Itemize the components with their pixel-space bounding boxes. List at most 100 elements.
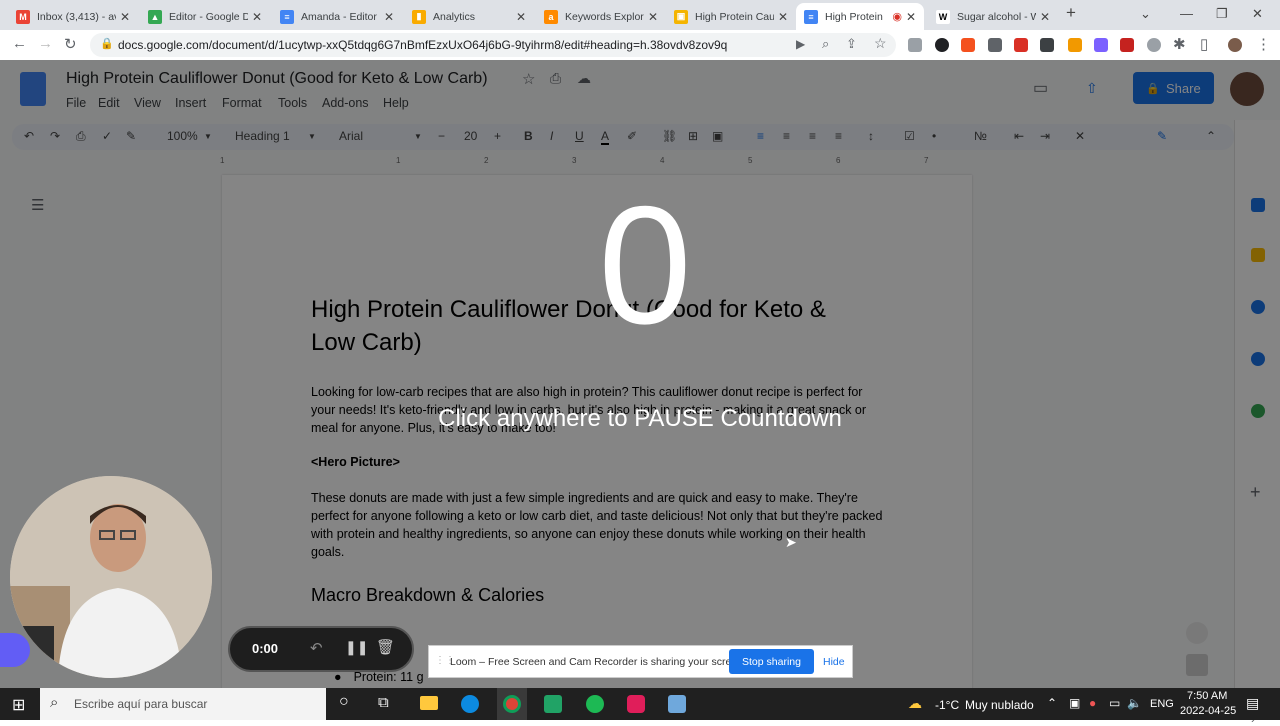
extension-purple-icon[interactable] [1094,38,1108,52]
tab-label: Keywords Explore [565,10,644,23]
webcam-person [10,476,212,678]
facebook-icon[interactable] [988,38,1002,52]
mouse-cursor-icon: ➤ [785,534,797,550]
side-panel-icon[interactable]: ▯ [1200,35,1208,53]
tab-favicon-icon: ≡ [280,9,294,24]
pause-icon[interactable]: ❚❚ [345,639,368,656]
extension-icon[interactable] [908,38,922,52]
minimize-icon[interactable]: — [1180,6,1193,21]
stop-sharing-button[interactable]: Stop sharing [729,649,814,674]
battery-icon[interactable]: ▭ [1109,696,1120,710]
camera-bubble[interactable] [10,476,212,678]
close-tab-icon[interactable]: ✕ [906,10,916,24]
notifications-icon[interactable]: ▤ [1246,695,1259,712]
profile-avatar[interactable] [1228,38,1242,52]
tray-recording-icon[interactable]: ● [1089,696,1096,710]
tab-label: High Protein [825,10,883,23]
camera-icon[interactable]: ▶ [796,37,805,51]
extension-k-icon[interactable] [935,38,949,52]
address-bar[interactable]: 🔒 docs.google.com/document/d/1ucytwp-xxQ… [90,33,896,57]
spotify-icon[interactable] [586,695,604,713]
close-tab-icon[interactable]: ✕ [648,10,658,24]
tab-label: Amanda - Editor [301,10,377,23]
recording-timer: 0:00 [252,641,279,656]
extensions-puzzle-icon[interactable]: ✱ [1173,35,1186,53]
forward-icon[interactable]: → [38,35,53,52]
tray-app-icon[interactable]: ▣ [1069,696,1080,710]
search-placeholder[interactable]: Escribe aquí para buscar [74,697,207,711]
file-explorer-icon[interactable] [420,696,438,710]
reload-icon[interactable]: ↻ [64,35,77,53]
chrome-icon[interactable] [503,695,521,713]
search-icon: ⌕ [50,694,59,711]
browser-tab[interactable]: M Inbox (3,413) - av ✕ [8,3,138,30]
app-icon[interactable] [668,695,686,713]
url-text[interactable]: docs.google.com/document/d/1ucytwp-xxQ5t… [118,38,727,52]
weather-text[interactable]: Muy nublado [965,698,1034,712]
hide-button[interactable]: Hide [823,656,845,668]
close-window-icon[interactable]: ✕ [1252,6,1263,22]
edge-icon[interactable] [461,695,479,713]
tab-favicon-icon: ▲ [148,9,162,24]
language-indicator[interactable]: ENG [1150,698,1174,710]
tab-label: Sugar alcohol - W [957,10,1036,23]
tab-label: Analytics [433,10,476,23]
close-tab-icon[interactable]: ✕ [384,10,394,24]
chevron-down-icon[interactable]: ⌄ [1140,6,1151,22]
pdf-icon[interactable] [1014,38,1028,52]
browser-tab[interactable]: ▣ High Protein Cau ✕ [666,3,796,30]
tab-favicon-icon: a [544,9,558,24]
cortana-icon[interactable]: ○ [339,693,349,711]
taskbar-search[interactable]: ⌕ Escribe aquí para buscar [40,688,326,720]
clock-time[interactable]: 7:50 AM [1187,690,1227,702]
more-menu-icon[interactable]: ⋮ [1256,35,1271,53]
bookmark-star-icon[interactable]: ☆ [874,35,887,52]
weather-temp[interactable]: -1°C [935,698,959,712]
close-tab-icon[interactable]: ✕ [252,10,262,24]
clock-date[interactable]: 2022-04-25 [1180,705,1236,717]
browser-tab[interactable]: W Sugar alcohol - W ✕ [928,3,1058,30]
green-app-icon[interactable] [544,695,562,713]
extension-red-icon[interactable] [1120,38,1134,52]
browser-tab[interactable]: ▲ Editor - Google D ✕ [140,3,270,30]
tab-favicon-icon: ▣ [674,9,688,24]
extension-orange-icon[interactable] [961,38,975,52]
tab-label: Inbox (3,413) - av [37,10,116,23]
tab-favicon-icon: ≡ [804,9,818,24]
tray-chevron-icon[interactable]: ⌃ [1047,696,1057,710]
tab-label: Editor - Google D [169,10,248,23]
share-page-icon[interactable]: ⇪ [846,36,857,52]
extension-gray-icon[interactable] [1147,38,1161,52]
trash-icon[interactable]: 🗑 [376,638,395,656]
task-view-icon[interactable]: ⧉ [378,694,389,711]
countdown-number[interactable]: 0 [560,180,730,350]
pause-hint[interactable]: Click anywhere to PAUSE Countdown [400,405,880,433]
browser-tab-strip: M Inbox (3,413) - av ✕ ▲ Editor - Google D ✕ ≡… [0,0,1280,30]
browser-tab[interactable]: ▮ Analytics ✕ [404,3,534,30]
browser-tab[interactable]: ≡ High Protein ◉ ✕ [796,3,924,30]
volume-icon[interactable]: 🔈 [1127,696,1142,710]
windows-start-icon[interactable]: ⊞ [12,695,25,715]
windows-taskbar: ⊞ ⌕ Escribe aquí para buscar ○ ⧉ ☁ -1°C … [0,688,1280,720]
browser-tab[interactable]: a Keywords Explore ✕ [536,3,666,30]
weather-icon[interactable]: ☁ [908,695,922,712]
screen-sharing-bar: ⋮⋮ Loom – Free Screen and Cam Recorder i… [428,645,853,678]
beta-extension-icon[interactable] [1040,38,1054,52]
tab-favicon-icon: W [936,9,950,24]
close-tab-icon[interactable]: ✕ [516,10,526,24]
lock-icon: 🔒 [100,38,114,50]
back-icon[interactable]: ← [12,35,27,52]
close-tab-icon[interactable]: ✕ [778,10,788,24]
zoom-icon[interactable]: ⌕ [822,36,829,52]
maximize-icon[interactable]: ❐ [1216,6,1228,22]
tab-favicon-icon: M [16,9,30,24]
close-tab-icon[interactable]: ✕ [1040,10,1050,24]
restart-icon[interactable]: ↶ [310,639,323,657]
sharing-message: Loom – Free Screen and Cam Recorder is s… [450,656,746,668]
browser-toolbar: ← → ↻ 🔒 docs.google.com/document/d/1ucyt… [0,30,1280,61]
extension-yellow-icon[interactable] [1068,38,1082,52]
slack-icon[interactable] [627,695,645,713]
browser-tab[interactable]: ≡ Amanda - Editor ✕ [272,3,402,30]
close-tab-icon[interactable]: ✕ [120,10,130,24]
new-tab-button[interactable]: + [1066,3,1076,23]
